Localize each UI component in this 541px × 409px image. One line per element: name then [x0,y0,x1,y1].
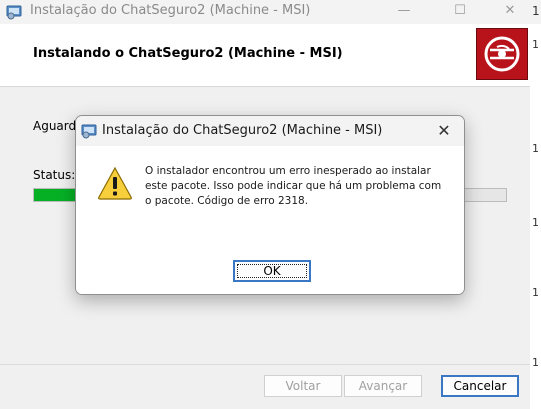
window-title: Instalação do ChatSeguro2 (Machine - MSI… [30,3,311,18]
strip-digit: 1 [532,286,539,299]
edge-text: 1 [532,4,540,18]
dialog-title: Instalação do ChatSeguro2 (Machine - MSI… [102,123,383,138]
next-button[interactable]: Avançar [344,375,422,397]
status-label: Status: [33,168,76,182]
background-window-strip: 1 1 1 1 1 [530,24,541,409]
error-message: O instalador encontrou um erro inesperad… [145,165,442,207]
page-title: Instalando o ChatSeguro2 (Machine - MSI) [33,46,343,61]
minimize-button[interactable]: — [381,0,427,24]
error-dialog: Instalação do ChatSeguro2 (Machine - MSI… [75,115,465,295]
strip-digit: 1 [532,216,539,229]
installer-disc-icon [476,28,528,80]
installer-app-icon [81,124,97,139]
window-titlebar: Instalação do ChatSeguro2 (Machine - MSI… [0,0,541,24]
dialog-titlebar: Instalação do ChatSeguro2 (Machine - MSI… [76,116,464,146]
dialog-body: O instalador encontrou um erro inesperad… [76,146,464,294]
close-button[interactable]: ✕ [487,0,533,24]
strip-digit: 1 [532,38,539,51]
strip-digit: 1 [532,356,539,369]
dialog-close-button[interactable]: ✕ [432,120,456,142]
focus-rectangle [237,264,307,278]
back-button[interactable]: Voltar [264,375,342,397]
maximize-button[interactable]: ☐ [437,0,483,24]
installer-header: Instalando o ChatSeguro2 (Machine - MSI) [0,24,530,87]
warning-icon [98,166,132,200]
ok-button[interactable]: OK [233,260,311,282]
installer-app-icon [6,5,22,20]
cancel-button[interactable]: Cancelar [441,375,519,397]
footer-divider [0,364,530,365]
strip-digit: 1 [532,142,539,155]
